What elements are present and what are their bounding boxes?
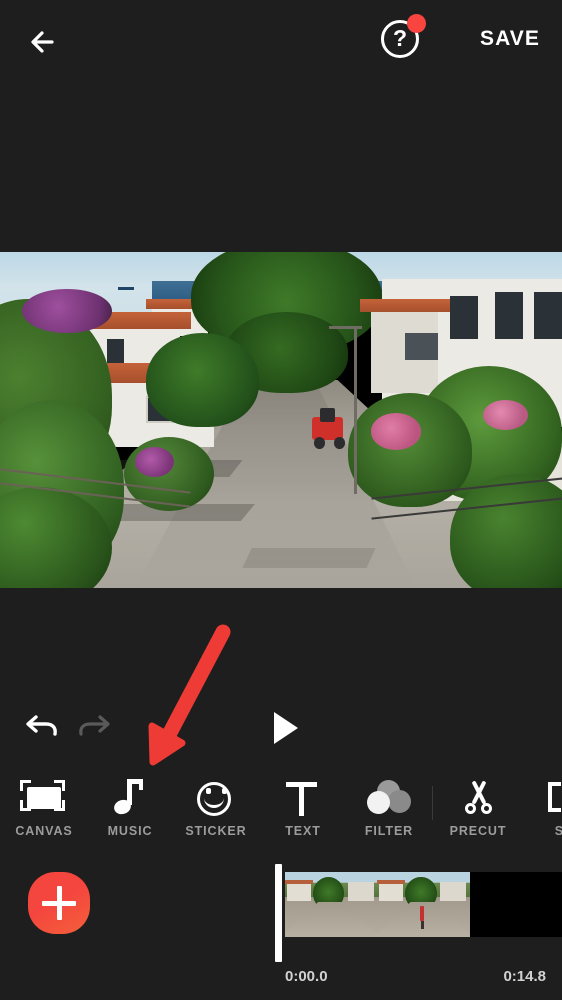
redo-button[interactable] bbox=[70, 704, 118, 752]
timecode-start: 0:00.0 bbox=[285, 968, 328, 985]
clip-thumbnail bbox=[285, 872, 378, 937]
tool-precut[interactable]: PRECUT bbox=[434, 766, 522, 854]
back-arrow-icon bbox=[31, 31, 54, 53]
tool-label: STICKER bbox=[185, 824, 247, 838]
back-button[interactable] bbox=[22, 20, 66, 64]
motorbike-rider-seat bbox=[320, 408, 335, 422]
motorbike-wheel bbox=[313, 436, 325, 449]
person bbox=[419, 905, 425, 922]
filter-circles-icon bbox=[345, 776, 433, 816]
lamp-arm bbox=[328, 325, 363, 329]
tool-label: FILTER bbox=[364, 824, 414, 838]
help-button[interactable]: ? bbox=[381, 14, 426, 62]
video-preview[interactable] bbox=[0, 252, 562, 588]
redo-icon bbox=[79, 715, 110, 736]
split-brackets-icon bbox=[520, 776, 562, 816]
ship bbox=[118, 287, 135, 291]
text-t-icon bbox=[259, 776, 347, 816]
clip-thumbnail bbox=[377, 872, 470, 937]
playhead-marker[interactable] bbox=[275, 864, 282, 962]
tool-label: SP bbox=[554, 824, 562, 838]
motorbike-wheel bbox=[333, 436, 346, 449]
video-editor-screen: ? SAVE CANVAS MUSIC STICKER TEXT FILTER … bbox=[0, 0, 562, 1000]
preview-frame bbox=[0, 252, 562, 588]
road-shadow bbox=[242, 547, 376, 568]
notification-dot bbox=[407, 14, 426, 33]
toolbar-divider bbox=[432, 786, 433, 820]
roof-right bbox=[359, 299, 450, 313]
tool-label: MUSIC bbox=[107, 824, 153, 838]
timecode-end: 0:14.8 bbox=[503, 968, 546, 985]
playback-controls bbox=[0, 694, 562, 764]
window bbox=[533, 292, 562, 340]
tool-label: PRECUT bbox=[449, 824, 507, 838]
tool-split[interactable]: SP bbox=[520, 766, 562, 854]
top-bar: ? SAVE bbox=[0, 0, 562, 82]
tool-canvas[interactable]: CANVAS bbox=[0, 766, 88, 854]
window bbox=[494, 292, 523, 340]
canvas-frame-icon bbox=[0, 776, 88, 816]
timeline: 0:00.0 0:14.8 bbox=[0, 856, 562, 1000]
play-button[interactable] bbox=[266, 706, 306, 750]
undo-button[interactable] bbox=[18, 704, 66, 752]
play-icon bbox=[274, 712, 298, 744]
flowering-bush bbox=[22, 288, 113, 333]
pink-flowers bbox=[483, 399, 529, 431]
tool-sticker[interactable]: STICKER bbox=[172, 766, 260, 854]
smiley-face-icon bbox=[172, 776, 260, 816]
tree-left-center bbox=[146, 332, 259, 427]
tool-filter[interactable]: FILTER bbox=[345, 766, 433, 854]
add-media-button[interactable] bbox=[28, 872, 90, 934]
window bbox=[449, 295, 478, 340]
tool-text[interactable]: TEXT bbox=[259, 766, 347, 854]
flowers bbox=[134, 446, 175, 478]
save-button[interactable]: SAVE bbox=[480, 27, 540, 51]
window bbox=[404, 332, 439, 360]
undo-icon bbox=[26, 715, 57, 736]
lamp-post bbox=[354, 325, 358, 494]
tool-label: TEXT bbox=[285, 824, 321, 838]
music-note-icon bbox=[86, 776, 174, 817]
tool-label: CANVAS bbox=[15, 824, 73, 838]
clip-track[interactable] bbox=[285, 872, 562, 937]
scissors-icon bbox=[434, 776, 522, 816]
tool-music[interactable]: MUSIC bbox=[86, 766, 174, 854]
editing-toolbar: CANVAS MUSIC STICKER TEXT FILTER PRECUT … bbox=[0, 766, 562, 854]
